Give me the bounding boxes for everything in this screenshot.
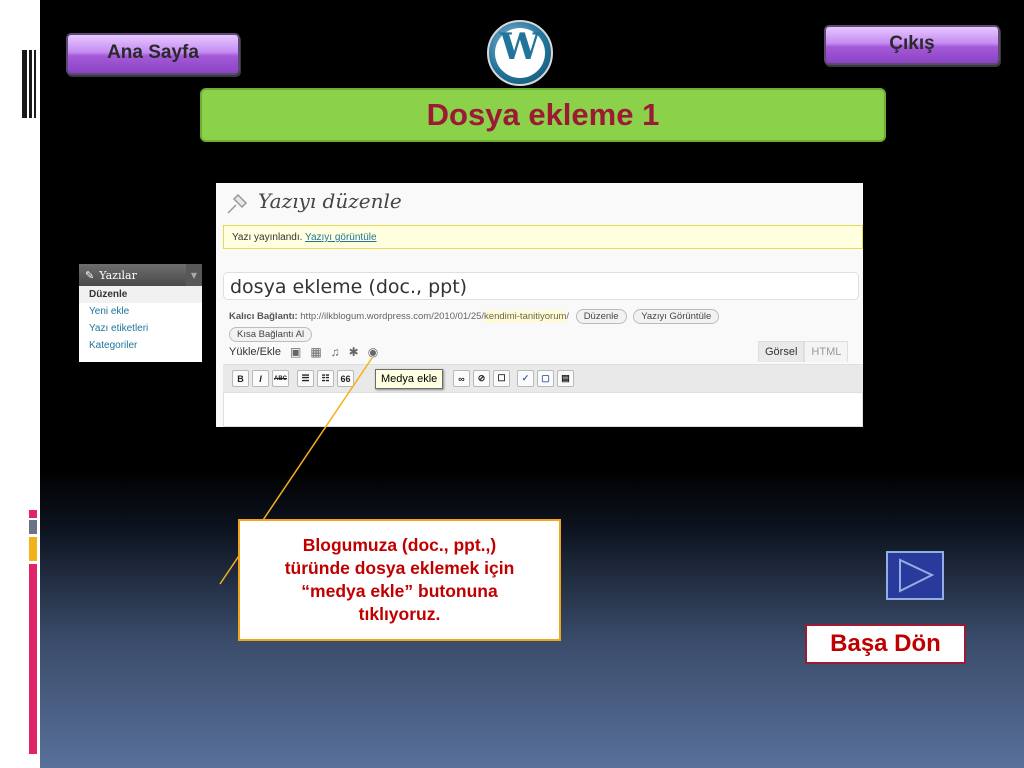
play-icon xyxy=(899,558,935,593)
next-slide-button[interactable] xyxy=(886,551,944,600)
callout-line-2: türünde dosya eklemek için xyxy=(284,558,515,578)
callout-line-1: Blogumuza (doc., ppt.,) xyxy=(302,535,497,555)
callout-line-3: “medya ekle” butonuna xyxy=(301,581,498,601)
callout-line-4: tıklıyoruz. xyxy=(358,604,441,624)
callout-text: Blogumuza (doc., ppt.,) türünde dosya ek… xyxy=(285,534,515,626)
back-to-start-button[interactable]: Başa Dön xyxy=(805,624,966,664)
back-to-start-label: Başa Dön xyxy=(830,630,941,657)
instruction-callout: Blogumuza (doc., ppt.,) türünde dosya ek… xyxy=(238,519,561,641)
